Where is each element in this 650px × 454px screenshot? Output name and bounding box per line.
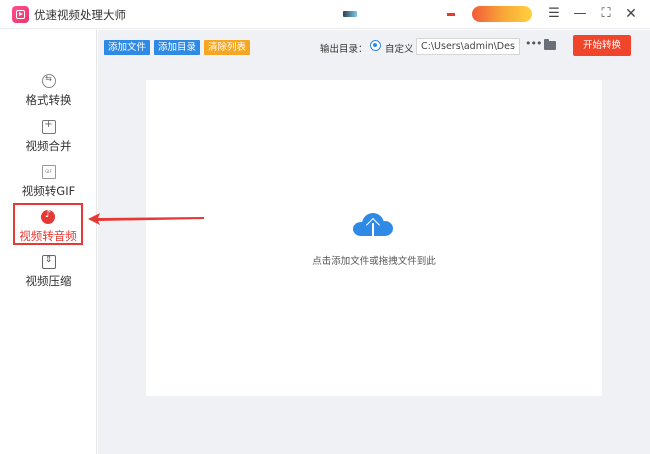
promo-badge[interactable] (472, 6, 532, 22)
audio-icon (41, 209, 55, 224)
title-bar: 优速视频处理大师 ☰ — ⛶ ✕ (0, 0, 650, 29)
folder-icon[interactable] (544, 39, 556, 50)
format-convert-icon (41, 74, 56, 88)
sidebar-item-merge[interactable]: 视频合并 (0, 119, 97, 164)
sidebar-item-label: 视频转GIF (21, 184, 76, 198)
sidebar-item-label: 格式转换 (25, 93, 72, 107)
sidebar-item-label: 视频压缩 (25, 274, 72, 288)
merge-icon (41, 119, 56, 134)
output-directory-label: 输出目录： (320, 44, 368, 55)
file-dropzone[interactable]: 点击添加文件或拖拽文件到此 (146, 80, 602, 396)
compress-icon (41, 255, 56, 269)
custom-option-label[interactable]: 自定义 (385, 41, 414, 55)
clear-list-button[interactable]: 清除列表 (204, 40, 251, 55)
app-logo-icon (12, 6, 29, 23)
start-convert-button[interactable]: 开始转换 (573, 35, 631, 56)
sidebar-item-label: 视频合并 (25, 139, 72, 153)
sidebar-item-format-convert[interactable]: 格式转换 (0, 74, 97, 118)
add-file-button[interactable]: 添加文件 (104, 40, 151, 55)
toolbar-red-mark (447, 13, 455, 16)
dropzone-hint: 点击添加文件或拖拽文件到此 (312, 256, 436, 267)
output-path-field[interactable] (416, 38, 520, 55)
main-area: 添加文件 添加目录 清除列表 输出目录： 自定义 ••• 开始转换 点击添加文件… (98, 30, 650, 454)
sidebar-item-compress[interactable]: 视频压缩 (0, 255, 97, 299)
gif-icon (41, 165, 56, 179)
app-title: 优速视频处理大师 (34, 8, 126, 22)
minimize-icon[interactable]: — (570, 4, 590, 24)
callout-arrow-icon (88, 213, 204, 225)
cloud-upload-icon (353, 213, 393, 243)
sidebar: 格式转换 视频合并 视频转GIF 视频转音频 视频压缩 (0, 30, 97, 454)
maximize-icon[interactable]: ⛶ (596, 4, 616, 24)
toolbar-logo-mark (343, 11, 357, 17)
sidebar-item-audio[interactable]: 视频转音频 (13, 203, 83, 245)
add-directory-button[interactable]: 添加目录 (154, 40, 201, 55)
sidebar-item-label: 视频转音频 (19, 229, 77, 243)
custom-output-radio[interactable] (370, 40, 381, 51)
close-icon[interactable]: ✕ (621, 4, 641, 24)
browse-more-button[interactable]: ••• (525, 37, 542, 50)
hamburger-menu-icon[interactable]: ☰ (544, 4, 564, 24)
